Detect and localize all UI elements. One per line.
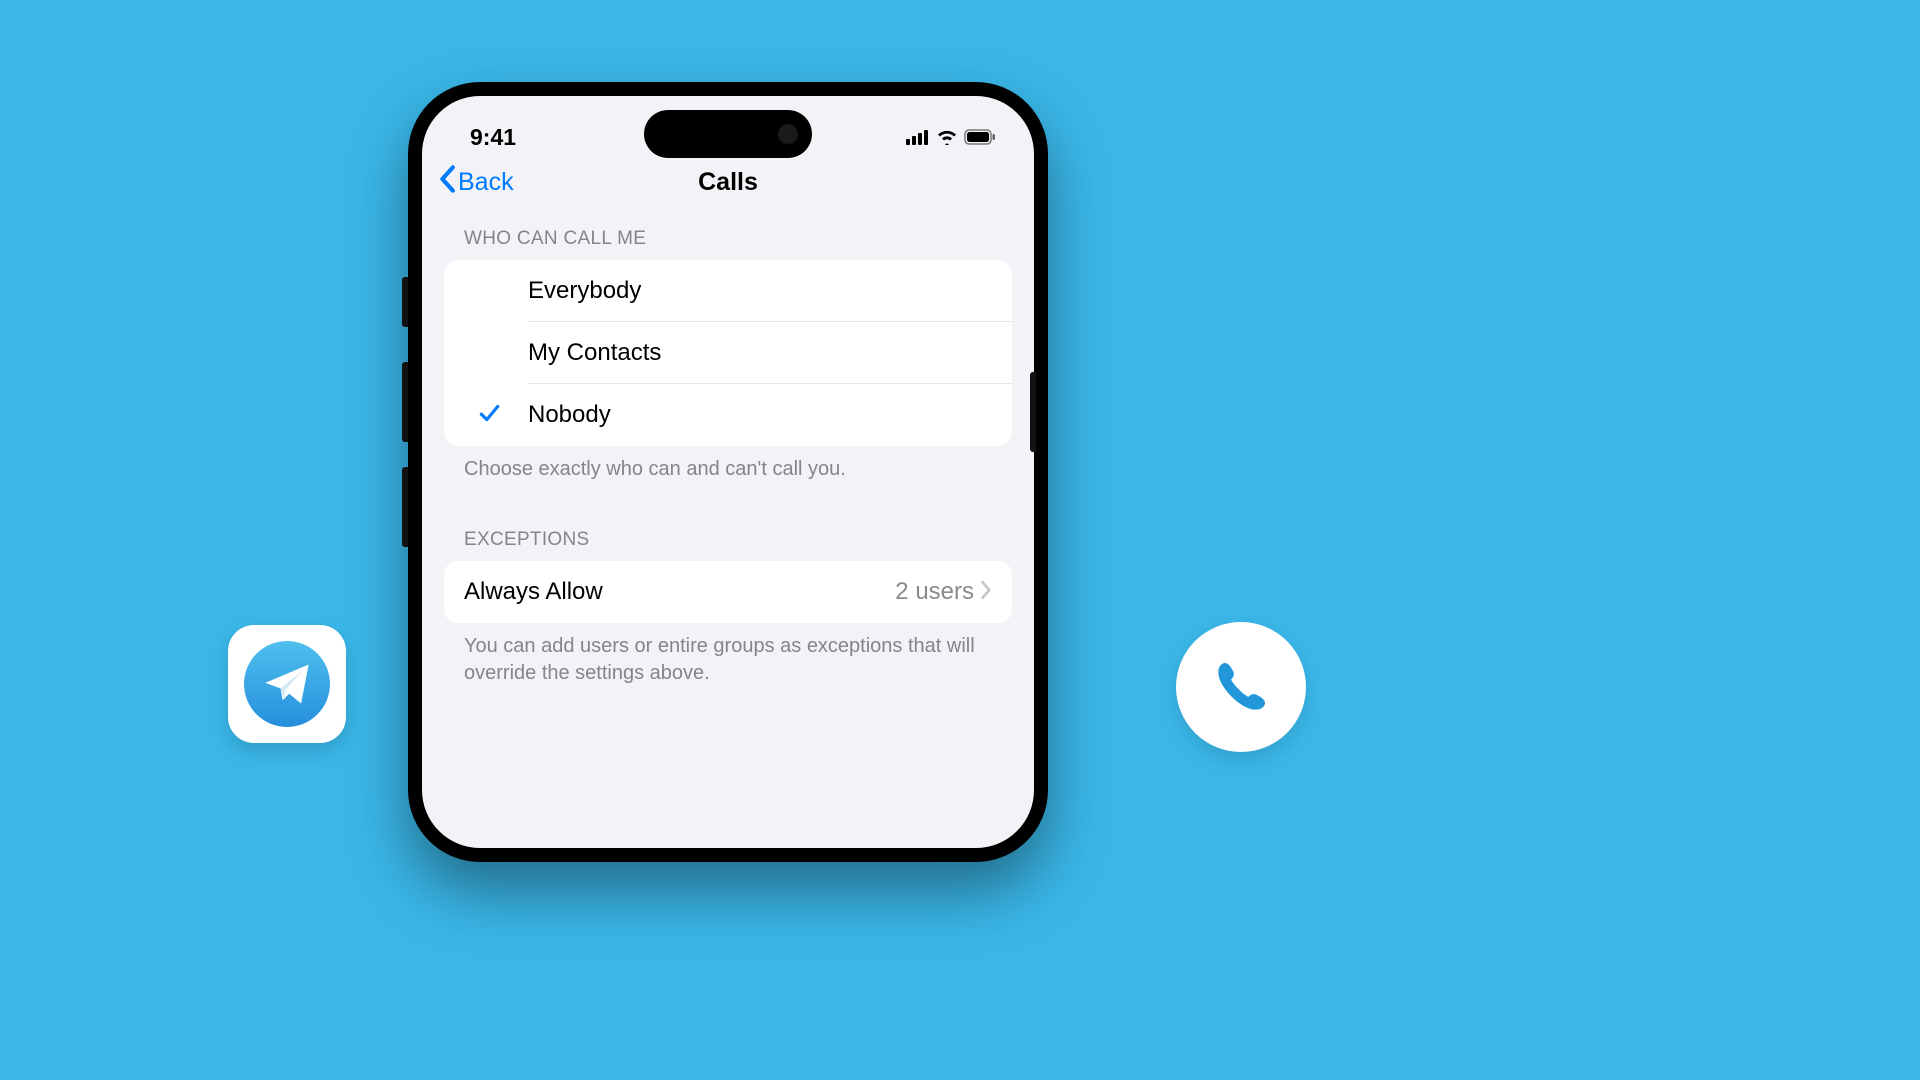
option-my-contacts[interactable]: My Contacts [444, 322, 1012, 384]
paper-plane-icon [261, 658, 313, 710]
phone-handset-icon [1209, 655, 1273, 719]
phone-frame: 9:41 Back Calls [408, 82, 1048, 862]
back-label: Back [458, 168, 514, 197]
chevron-left-icon [438, 165, 456, 200]
option-nobody[interactable]: Nobody [444, 384, 1012, 446]
cellular-icon [906, 124, 930, 151]
row-label: Always Allow [464, 578, 895, 606]
back-button[interactable]: Back [438, 165, 514, 200]
battery-icon [964, 124, 996, 151]
who-can-call-list: Everybody My Contacts Nobody [444, 260, 1012, 446]
page-title: Calls [698, 168, 758, 197]
option-label: Nobody [528, 401, 992, 429]
exceptions-list: Always Allow 2 users [444, 561, 1012, 623]
option-everybody[interactable]: Everybody [444, 260, 1012, 322]
wifi-icon [936, 124, 958, 151]
phone-screen: 9:41 Back Calls [422, 96, 1034, 848]
row-value: 2 users [895, 578, 974, 606]
section-footer-who: Choose exactly who can and can't call yo… [444, 446, 1012, 483]
phone-call-badge [1176, 622, 1306, 752]
dynamic-island [644, 110, 812, 158]
always-allow-row[interactable]: Always Allow 2 users [444, 561, 1012, 623]
section-header-who: WHO CAN CALL ME [444, 228, 1012, 260]
option-label: My Contacts [528, 339, 992, 367]
section-footer-exceptions: You can add users or entire groups as ex… [444, 623, 1012, 687]
content: WHO CAN CALL ME Everybody My Contacts No… [422, 210, 1034, 687]
telegram-app-icon [228, 625, 346, 743]
checkmark-icon [478, 402, 500, 429]
section-header-exceptions: EXCEPTIONS [444, 529, 1012, 561]
option-label: Everybody [528, 277, 992, 305]
chevron-right-icon [980, 580, 992, 605]
status-indicators [906, 124, 996, 151]
status-time: 9:41 [470, 124, 516, 151]
nav-bar: Back Calls [422, 156, 1034, 210]
